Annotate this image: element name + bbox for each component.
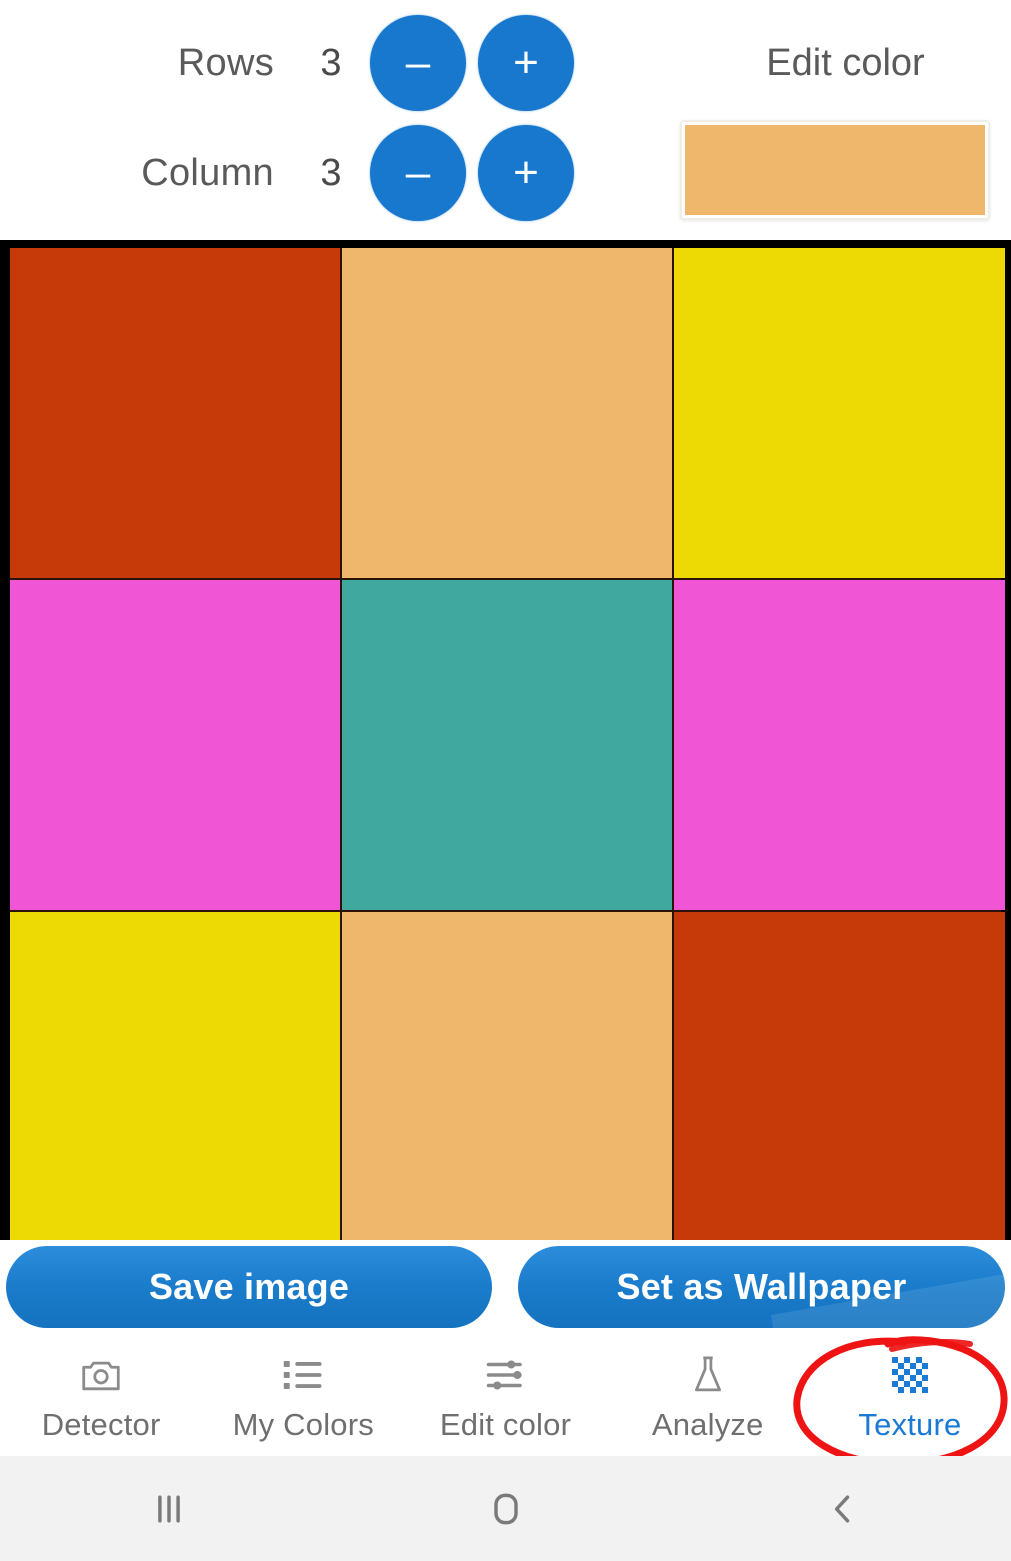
android-system-navigation-bar — [0, 1456, 1011, 1561]
nav-label-texture: Texture — [858, 1407, 962, 1442]
nav-item-edit-color[interactable]: Edit color — [404, 1340, 606, 1456]
nav-item-analyze[interactable]: Analyze — [607, 1340, 809, 1456]
action-button-bar: Save image Set as Wallpaper — [0, 1240, 1011, 1340]
selected-color-swatch[interactable] — [680, 120, 990, 220]
cell-r2c3[interactable] — [674, 580, 1005, 910]
cell-r1c3[interactable] — [674, 248, 1005, 578]
columns-control-row: Column 3 – + — [0, 118, 680, 228]
checkerboard-icon — [887, 1353, 933, 1397]
edit-color-heading: Edit color — [766, 42, 925, 84]
cell-r1c1[interactable] — [10, 248, 340, 578]
cell-r2c1[interactable] — [10, 580, 340, 910]
set-as-wallpaper-button[interactable]: Set as Wallpaper — [518, 1246, 1005, 1328]
texture-preview-stage — [0, 240, 1011, 1240]
rows-value: 3 — [320, 41, 342, 84]
sliders-icon — [483, 1353, 529, 1397]
columns-decrement-button[interactable]: – — [370, 125, 466, 221]
camera-icon — [78, 1353, 124, 1397]
rows-increment-button[interactable]: + — [478, 15, 574, 111]
cell-r2c2[interactable] — [342, 580, 672, 910]
app-bottom-navigation: Detector My Colors Edit color Analyze Te… — [0, 1340, 1011, 1456]
nav-label-analyze: Analyze — [651, 1407, 764, 1442]
rows-control-row: Rows 3 – + — [0, 8, 680, 118]
nav-item-my-colors[interactable]: My Colors — [202, 1340, 404, 1456]
back-button[interactable] — [674, 1489, 1011, 1529]
cell-r3c2[interactable] — [342, 912, 672, 1240]
columns-label: Column — [141, 151, 274, 194]
flask-icon — [685, 1353, 731, 1397]
recents-button[interactable] — [0, 1489, 337, 1529]
texture-controls-panel: Rows 3 – + Column 3 – + Edit color — [0, 0, 1011, 240]
texture-grid[interactable] — [10, 248, 1005, 1240]
save-image-button[interactable]: Save image — [6, 1246, 492, 1328]
list-icon — [280, 1353, 326, 1397]
cell-r3c1[interactable] — [10, 912, 340, 1240]
nav-item-detector[interactable]: Detector — [0, 1340, 202, 1456]
rows-label: Rows — [177, 41, 274, 84]
cell-r1c2[interactable] — [342, 248, 672, 578]
columns-increment-button[interactable]: + — [478, 125, 574, 221]
app-root: Rows 3 – + Column 3 – + Edit color Save … — [0, 0, 1011, 1561]
nav-label-detector: Detector — [41, 1407, 161, 1442]
cell-r3c3[interactable] — [674, 912, 1005, 1240]
columns-value: 3 — [320, 151, 342, 194]
home-button[interactable] — [337, 1489, 674, 1529]
nav-label-edit-color: Edit color — [439, 1407, 572, 1442]
rows-decrement-button[interactable]: – — [370, 15, 466, 111]
selected-color-fill — [685, 125, 985, 215]
nav-label-my-colors: My Colors — [232, 1407, 374, 1442]
nav-item-texture[interactable]: Texture — [809, 1340, 1011, 1456]
